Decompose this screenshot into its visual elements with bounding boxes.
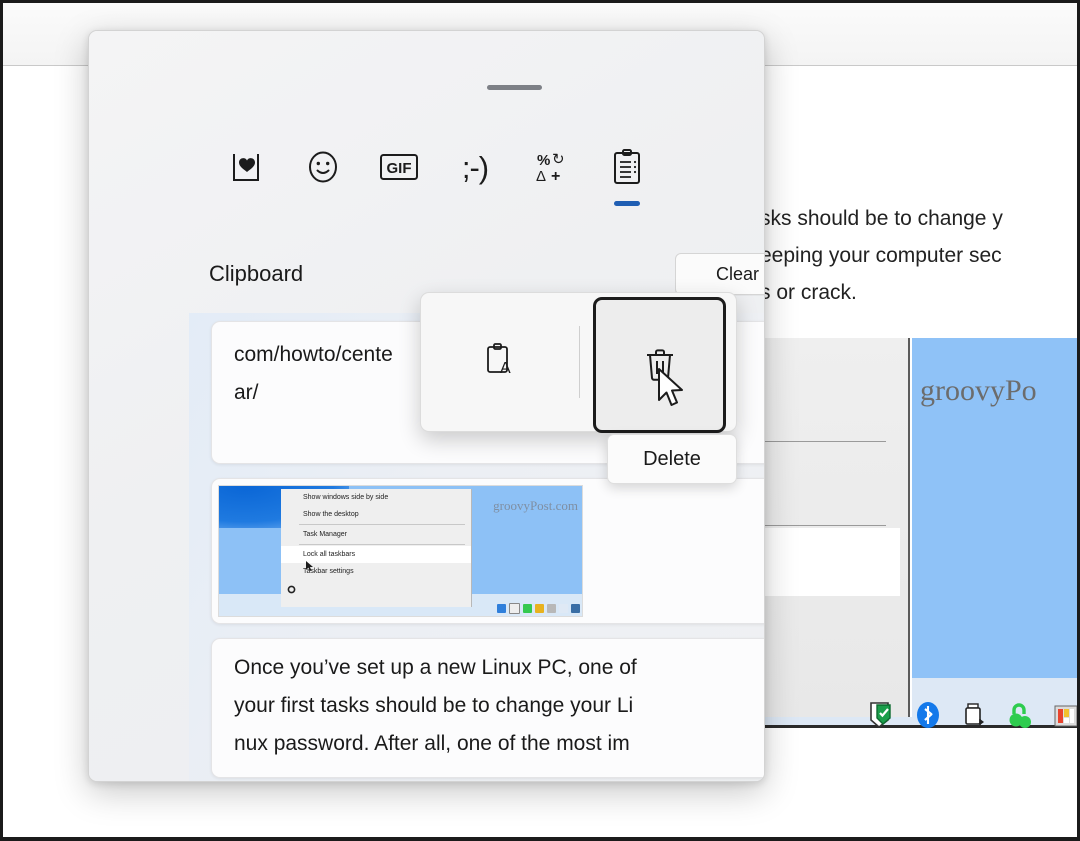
- context-menu-divider: [579, 326, 580, 398]
- paste-as-text-icon: A: [484, 342, 518, 382]
- delete-button[interactable]: [593, 297, 726, 433]
- mouse-cursor-icon: [658, 368, 688, 415]
- active-tab-indicator: [614, 201, 640, 206]
- svg-text:Δ: Δ: [536, 168, 546, 185]
- background-watermark: groovyPo: [920, 374, 1037, 408]
- kaomoji-icon: ;-): [462, 143, 488, 191]
- usb-eject-icon: [960, 700, 988, 730]
- emoji-smiley-icon: [306, 143, 340, 191]
- bluetooth-icon: [914, 700, 942, 730]
- security-shield-icon: [868, 700, 896, 730]
- background-desktop-area: groovyPo: [912, 338, 1077, 678]
- thumbnail-menu-sep-2: [299, 544, 465, 545]
- thumbnail-watermark: groovyPost.com: [493, 498, 578, 514]
- article-line-1: sks should be to change y: [760, 200, 1080, 237]
- frame-edge-bottom: [0, 837, 1080, 841]
- clipboard-header: Clipboard Clear all: [209, 253, 765, 295]
- clipboard-image-thumbnail: Show windows side by side Show the deskt…: [218, 485, 583, 617]
- tab-clipboard[interactable]: [589, 143, 665, 218]
- clipboard-item-image[interactable]: Show windows side by side Show the deskt…: [211, 478, 765, 624]
- thumbnail-tray-icons: [497, 603, 580, 614]
- thumbnail-cursor-icon: [306, 561, 314, 572]
- nvidia-lock-icon: [1006, 700, 1034, 730]
- svg-text:%: %: [537, 152, 550, 169]
- thumbnail-menu-item-0: Show windows side by side: [281, 489, 471, 506]
- thumbnail-menu-item-1: Show the desktop: [281, 506, 471, 523]
- gif-icon: GIF: [379, 143, 419, 191]
- kaomoji-glyph: ;-): [462, 152, 488, 183]
- clear-all-button[interactable]: Clear all: [675, 253, 765, 295]
- frame-edge-left: [0, 0, 3, 841]
- svg-text:↻: ↻: [552, 151, 565, 168]
- delete-tooltip: Delete: [607, 434, 737, 484]
- tab-symbols[interactable]: %↻ Δ +: [513, 143, 589, 218]
- tab-emoji[interactable]: [285, 143, 361, 218]
- clipboard-item-text-linux[interactable]: Once you’ve set up a new Linux PC, one o…: [211, 638, 765, 778]
- article-line-3: s or crack.: [760, 274, 1080, 311]
- symbols-icon: %↻ Δ +: [533, 143, 569, 191]
- recently-used-icon: [230, 143, 264, 191]
- drag-handle[interactable]: [487, 85, 542, 90]
- svg-text:+: +: [551, 168, 560, 185]
- item-context-menu: A: [420, 292, 737, 432]
- tab-kaomoji[interactable]: ;-): [437, 143, 513, 218]
- article-line-2: eeping your computer sec: [760, 237, 1080, 274]
- system-tray: [868, 700, 1080, 730]
- clipboard-item-content: Once you’ve set up a new Linux PC, one o…: [212, 639, 734, 777]
- background-article-text: sks should be to change y eeping your co…: [760, 200, 1080, 311]
- page-title: Clipboard: [209, 261, 303, 287]
- thumbnail-menu-item-2: Task Manager: [281, 526, 471, 543]
- gear-icon: [287, 585, 296, 594]
- background-context-menu: [760, 338, 910, 723]
- paste-as-text-button[interactable]: A: [469, 330, 533, 394]
- tab-gif[interactable]: GIF: [361, 143, 437, 218]
- svg-text:GIF: GIF: [387, 160, 412, 177]
- screenshot-root: sks should be to change y eeping your co…: [0, 0, 1080, 841]
- frame-edge-top: [0, 0, 1080, 3]
- thumbnail-context-menu: Show windows side by side Show the deskt…: [281, 489, 472, 607]
- thumbnail-menu-sep-1: [299, 524, 465, 525]
- tab-recently-used[interactable]: [209, 143, 285, 218]
- app-icon: [1052, 700, 1080, 730]
- panel-toolbar: GIF ;-) %↻ Δ +: [209, 143, 729, 218]
- clipboard-icon: [612, 143, 642, 191]
- svg-text:A: A: [500, 360, 511, 377]
